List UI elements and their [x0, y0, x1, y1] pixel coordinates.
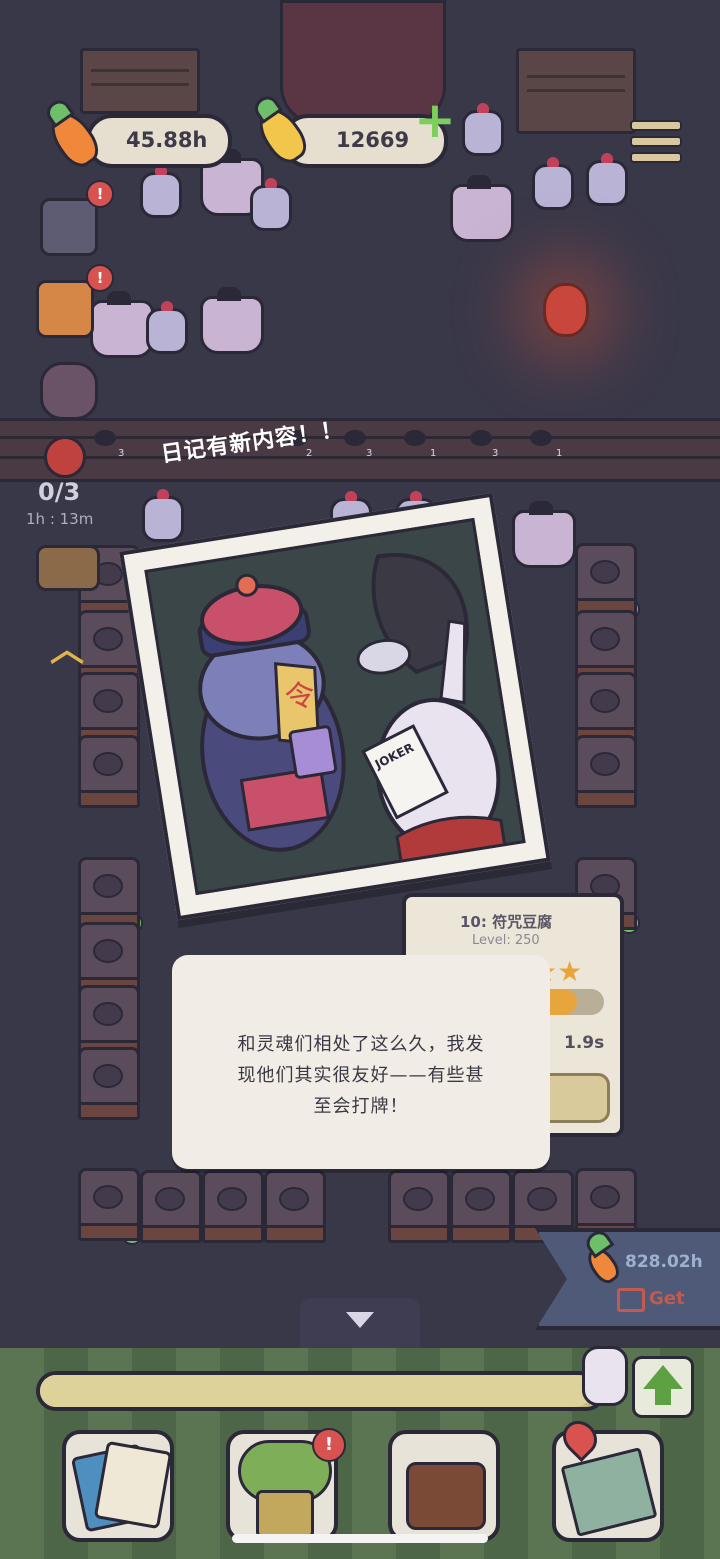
reward-get-button[interactable]: Get	[649, 1288, 685, 1309]
cooking-station[interactable]	[388, 1170, 450, 1243]
belt-count: 3	[118, 448, 125, 459]
belt-dish	[94, 430, 116, 446]
menu-line	[630, 136, 682, 147]
chicken-worker	[142, 489, 184, 542]
cooking-pot	[512, 501, 576, 568]
cooking-station[interactable]	[78, 1047, 140, 1120]
reward-value: 828.02h	[625, 1252, 703, 1272]
recipe-card-icon	[93, 1440, 173, 1530]
level-progress-fill	[40, 1375, 591, 1407]
alert-badge: !	[86, 180, 114, 208]
diary-photo: 令 JOKER	[119, 492, 551, 921]
belt-count: 1	[430, 448, 437, 459]
chevron-down-icon	[346, 1312, 374, 1328]
belt-dish	[344, 430, 366, 446]
chicken-worker	[250, 178, 292, 231]
chicken-worker	[140, 165, 182, 218]
cooking-station[interactable]	[264, 1170, 326, 1243]
cart-timer: 1h : 13m	[26, 510, 94, 528]
photo-illustration: 令 JOKER	[197, 553, 508, 869]
map-icon	[560, 1447, 658, 1537]
belt-count: 1	[556, 448, 563, 459]
dish-level: Level: 250	[472, 933, 540, 948]
menu-button[interactable]	[630, 120, 682, 164]
tv-icon[interactable]	[36, 545, 100, 591]
chicken-worker	[146, 301, 188, 354]
level-up-button[interactable]	[632, 1356, 694, 1418]
cooking-station[interactable]	[575, 672, 637, 745]
belt-count: 2	[306, 448, 313, 459]
chicken-worker	[462, 103, 504, 156]
dish-cook-time: 1.9s	[564, 1033, 605, 1053]
talisman-text: 令	[283, 677, 318, 716]
belt-dish	[404, 430, 426, 446]
chevron-up-icon[interactable]: ︿	[50, 622, 84, 671]
cooking-station[interactable]: ✓	[78, 857, 143, 934]
belt-count: 3	[366, 448, 373, 459]
chicken-worker	[586, 153, 628, 206]
bag-icon	[406, 1462, 486, 1530]
menu-line	[630, 152, 682, 163]
cooking-station[interactable]	[140, 1170, 202, 1243]
dialog-line: 和灵魂们相处了这么久，我发	[237, 1034, 485, 1055]
nav-map-button[interactable]	[552, 1413, 664, 1542]
cooking-station[interactable]: ✓	[575, 543, 640, 620]
cooking-station[interactable]: ✓	[575, 1168, 640, 1245]
photo-image: 令 JOKER	[144, 517, 526, 896]
dialog-line: 现他们其实很友好——有些甚	[237, 1065, 485, 1086]
noodle-bowl-icon[interactable]	[40, 362, 98, 420]
dish-title: 10: 符咒豆腐	[460, 913, 553, 931]
cooking-station[interactable]	[78, 985, 140, 1058]
shop-icon[interactable]	[40, 198, 98, 256]
wooden-shelf	[516, 48, 636, 134]
carrot-icon	[582, 1242, 624, 1288]
collapse-tab[interactable]	[300, 1298, 420, 1350]
gold-carrot-value: 12669	[336, 128, 410, 152]
arrow-stem	[655, 1387, 671, 1405]
cooking-station[interactable]	[575, 735, 637, 808]
cooking-station[interactable]	[78, 735, 140, 808]
offline-reward-banner[interactable]: 828.02h Get	[535, 1228, 720, 1330]
cart-counter: 0/3	[38, 478, 81, 506]
cooking-station[interactable]	[202, 1170, 264, 1243]
star-icon: ★	[557, 955, 583, 988]
cooking-station[interactable]	[450, 1170, 512, 1243]
carrot-rate-value: 45.88h	[126, 128, 208, 152]
belt-dish	[530, 430, 552, 446]
arrow-up-icon	[643, 1365, 683, 1389]
alert-badge: !	[312, 1428, 346, 1462]
tv-ad-icon	[617, 1288, 645, 1312]
dialog-text: 和灵魂们相处了这么久，我发 现他们其实很友好——有些甚 至会打牌！	[212, 1029, 510, 1122]
wooden-shelf	[80, 48, 200, 114]
dialog-line: 至会打牌！	[313, 1096, 409, 1117]
belt-line	[0, 456, 720, 459]
alert-badge: !	[86, 264, 114, 292]
cooking-station[interactable]	[575, 610, 637, 683]
story-dialog[interactable]: 和灵魂们相处了这么久，我发 现他们其实很友好——有些甚 至会打牌！	[172, 955, 550, 1169]
lantern	[543, 283, 589, 337]
cooking-station[interactable]	[78, 672, 140, 745]
nav-bag-button[interactable]	[388, 1430, 500, 1542]
level-progress-track	[36, 1371, 606, 1411]
rabbit-icon	[582, 1346, 628, 1406]
belt-dish	[470, 430, 492, 446]
conveyor-belt	[0, 418, 720, 482]
nav-recipes-button[interactable]	[62, 1430, 174, 1542]
menu-line	[630, 120, 682, 131]
cooking-station[interactable]	[78, 922, 140, 995]
carrot-rate-pill: 45.88h	[86, 114, 232, 168]
chef-icon[interactable]	[36, 280, 94, 338]
cooking-pot	[90, 291, 154, 358]
cooking-station[interactable]	[512, 1170, 574, 1243]
apple-icon[interactable]	[44, 436, 86, 478]
tree-house-icon	[256, 1490, 314, 1538]
cooking-pot	[200, 287, 264, 354]
cooking-station[interactable]: ✓	[78, 1168, 143, 1245]
home-indicator[interactable]	[232, 1534, 488, 1543]
add-currency-button[interactable]: +	[414, 95, 456, 145]
cooking-pot	[450, 175, 514, 242]
belt-count: 3	[492, 448, 499, 459]
chicken-worker	[532, 157, 574, 210]
